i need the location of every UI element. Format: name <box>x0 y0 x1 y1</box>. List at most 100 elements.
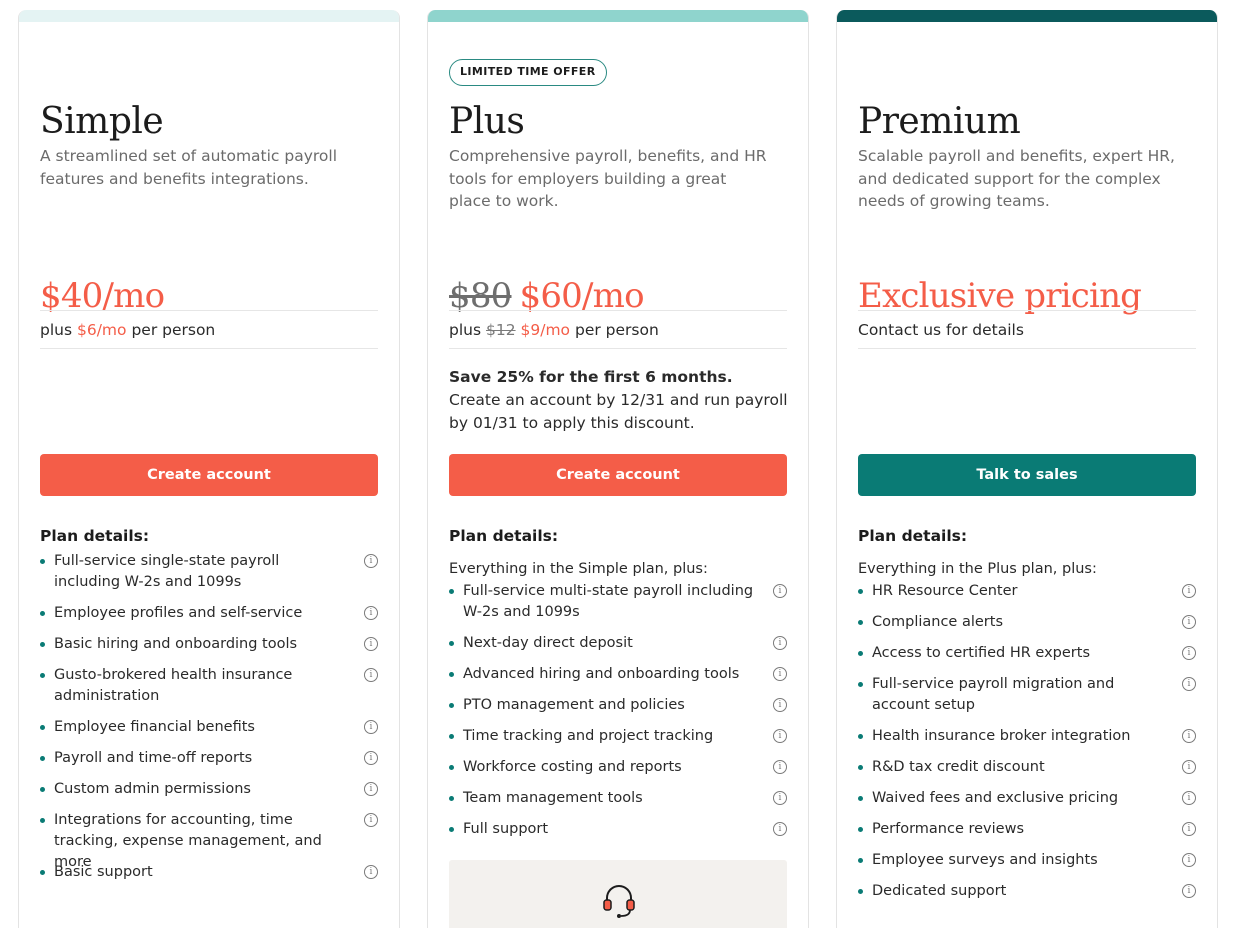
bullet-dot <box>449 703 454 708</box>
headset-icon <box>603 885 635 918</box>
bullet-dot <box>449 672 454 677</box>
bullet-dot <box>858 827 863 832</box>
bullet-dot <box>40 673 45 678</box>
talk-to-sales-button[interactable]: Talk to sales <box>858 454 1196 496</box>
feature-text: Payroll and time-off reports <box>54 750 253 766</box>
info-icon[interactable]: i <box>364 813 378 827</box>
bullet-dot <box>449 589 454 594</box>
feature-text: Advanced hiring and onboarding tools <box>463 666 740 682</box>
info-icon[interactable]: i <box>364 782 378 796</box>
feature-text: Dedicated support <box>872 883 1007 899</box>
info-icon[interactable]: i <box>1182 615 1196 629</box>
info-icon[interactable]: i <box>773 698 787 712</box>
feature-text: Access to certified HR experts <box>872 645 1091 661</box>
info-icon[interactable]: i <box>1182 584 1196 598</box>
bullet-dot <box>40 756 45 761</box>
bullet-dot <box>40 559 45 564</box>
plan-name: Premium <box>858 101 1021 142</box>
info-icon[interactable]: i <box>364 751 378 765</box>
offer-bold: Save 25% for the first 6 months. <box>449 368 733 386</box>
bullet-dot <box>449 734 454 739</box>
info-icon[interactable]: i <box>1182 853 1196 867</box>
plan-details-intro: Everything in the Plus plan, plus: <box>858 561 1097 577</box>
feature-text: Performance reviews <box>872 821 1025 837</box>
info-icon[interactable]: i <box>364 720 378 734</box>
divider <box>858 348 1196 349</box>
contact-text: Contact us for details <box>858 321 1024 339</box>
plan-details-title: Plan details: <box>40 527 150 545</box>
bullet-dot <box>858 620 863 625</box>
info-icon[interactable]: i <box>773 584 787 598</box>
per-person-prefix: plus <box>40 321 77 339</box>
feature-text: R&D tax credit discount <box>872 759 1045 775</box>
bullet-dot <box>858 765 863 770</box>
feature-text: Health insurance broker integration <box>872 728 1131 744</box>
info-icon[interactable]: i <box>1182 760 1196 774</box>
info-icon[interactable]: i <box>773 729 787 743</box>
feature-text: Waived fees and exclusive pricing <box>872 790 1119 806</box>
plan-color-bar <box>837 10 1217 22</box>
info-icon[interactable]: i <box>1182 677 1196 691</box>
plan-card-plus: LIMITED TIME OFFER Plus Comprehensive pa… <box>427 10 809 928</box>
bullet-dot <box>858 889 863 894</box>
info-icon[interactable]: i <box>364 606 378 620</box>
info-icon[interactable]: i <box>1182 729 1196 743</box>
bullet-dot <box>858 796 863 801</box>
divider <box>40 310 378 311</box>
bullet-dot <box>858 734 863 739</box>
feature-text: Gusto-brokered health insurance administ… <box>54 667 293 704</box>
info-icon[interactable]: i <box>773 667 787 681</box>
create-account-button[interactable]: Create account <box>449 454 787 496</box>
feature-text: Employee financial benefits <box>54 719 255 735</box>
bullet-dot <box>858 589 863 594</box>
bullet-dot <box>40 642 45 647</box>
plan-details-intro: Everything in the Simple plan, plus: <box>449 561 708 577</box>
bullet-dot <box>449 796 454 801</box>
plan-description: Scalable payroll and benefits, expert HR… <box>858 147 1175 210</box>
plan-color-bar <box>19 10 399 22</box>
bullet-dot <box>40 818 45 823</box>
plan-color-bar <box>428 10 808 22</box>
per-person-price: plus $6/mo per person <box>40 319 215 341</box>
feature-text: Full-service single-state payroll includ… <box>54 553 280 590</box>
info-icon[interactable]: i <box>364 668 378 682</box>
info-icon[interactable]: i <box>1182 791 1196 805</box>
bullet-dot <box>40 725 45 730</box>
plan-price: $80 $60/mo <box>449 274 645 318</box>
info-icon[interactable]: i <box>1182 884 1196 898</box>
info-icon[interactable]: i <box>773 760 787 774</box>
divider <box>858 310 1196 311</box>
plan-details-title: Plan details: <box>858 527 968 545</box>
offer-text: Save 25% for the first 6 months. Create … <box>449 366 789 435</box>
per-person-price: plus $12 $9/mo per person <box>449 319 659 341</box>
info-icon[interactable]: i <box>773 822 787 836</box>
plan-card-simple: Simple A streamlined set of automatic pa… <box>18 10 400 928</box>
bullet-dot <box>858 651 863 656</box>
per-person-old: $12 <box>485 321 516 339</box>
info-icon[interactable]: i <box>1182 646 1196 660</box>
info-icon[interactable]: i <box>773 636 787 650</box>
bullet-dot <box>40 870 45 875</box>
bullet-dot <box>40 611 45 616</box>
per-person-amount: $9/mo <box>520 321 571 339</box>
feature-text: HR Resource Center <box>872 583 1018 599</box>
limited-offer-badge: LIMITED TIME OFFER <box>449 59 607 86</box>
feature-text: Custom admin permissions <box>54 781 251 797</box>
plan-details-title: Plan details: <box>449 527 559 545</box>
info-icon[interactable]: i <box>1182 822 1196 836</box>
offer-detail: Create an account by 12/31 and run payro… <box>449 391 788 432</box>
bullet-dot <box>449 765 454 770</box>
divider <box>449 348 787 349</box>
feature-text: Full-service payroll migration and accou… <box>872 676 1115 713</box>
info-icon[interactable]: i <box>364 637 378 651</box>
info-icon[interactable]: i <box>364 554 378 568</box>
per-person-prefix: plus <box>449 321 486 339</box>
bullet-dot <box>449 827 454 832</box>
info-icon[interactable]: i <box>364 865 378 879</box>
info-icon[interactable]: i <box>773 791 787 805</box>
feature-text: Time tracking and project tracking <box>463 728 714 744</box>
plan-name: Simple <box>40 101 164 142</box>
feature-text: Employee surveys and insights <box>872 852 1098 868</box>
plan-card-premium: Premium Scalable payroll and benefits, e… <box>836 10 1218 928</box>
create-account-button[interactable]: Create account <box>40 454 378 496</box>
